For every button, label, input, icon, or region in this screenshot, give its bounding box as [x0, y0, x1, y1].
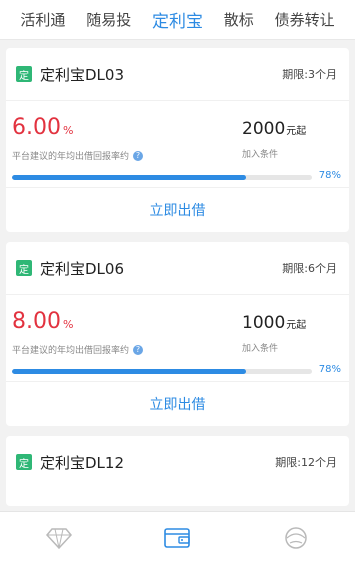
product-metrics: 8.00% 平台建议的年均出借回报率约 ? 1000元起 加入条件: [6, 295, 349, 363]
rate-description: 平台建议的年均出借回报率约 ?: [12, 149, 144, 162]
lend-now-button[interactable]: 立即出借: [6, 187, 349, 232]
min-amount: 2000元起: [242, 119, 307, 139]
product-badge: 定: [16, 260, 32, 276]
rate-description: 平台建议的年均出借回报率约 ?: [12, 343, 144, 356]
progress-bar: [12, 369, 312, 374]
product-badge: 定: [16, 66, 32, 82]
help-icon[interactable]: ?: [133, 150, 144, 161]
min-amount: 1000元起: [242, 313, 307, 333]
progress-row: 78%: [6, 363, 349, 379]
tab-suiyitou[interactable]: 随易投: [86, 9, 131, 30]
product-name: 定利宝DL06: [40, 259, 124, 278]
progress-percent: 78%: [318, 364, 341, 375]
product-name: 定利宝DL03: [40, 65, 124, 84]
lend-now-button[interactable]: 立即出借: [6, 381, 349, 426]
product-card[interactable]: 定 定利宝DL06 期限:6个月 8.00% 平台建议的年均出借回报率约 ? 1…: [6, 242, 349, 426]
user-icon[interactable]: [281, 525, 311, 551]
progress-fill: [12, 369, 246, 374]
product-period: 期限:3个月: [282, 68, 337, 81]
min-amount-label: 加入条件: [242, 150, 279, 160]
product-card-header: 定 定利宝DL06 期限:6个月: [6, 242, 349, 295]
tab-zhaiquan-zhuanrang[interactable]: 债券转让: [275, 9, 335, 30]
progress-fill: [12, 175, 246, 180]
rate-value: 8.00%: [12, 309, 74, 334]
product-card[interactable]: 定 定利宝DL03 期限:3个月 6.00% 平台建议的年均出借回报率约 ? 2…: [6, 48, 349, 232]
product-period: 期限:6个月: [282, 262, 337, 275]
product-list: 定 定利宝DL03 期限:3个月 6.00% 平台建议的年均出借回报率约 ? 2…: [0, 48, 355, 516]
wallet-icon[interactable]: [162, 525, 192, 551]
help-icon[interactable]: ?: [133, 344, 144, 355]
product-card-header: 定 定利宝DL12 期限:12个月: [6, 436, 349, 488]
tab-huolitong[interactable]: 活利通: [20, 9, 65, 30]
product-name: 定利宝DL12: [40, 453, 124, 472]
tab-sanbiao[interactable]: 散标: [224, 9, 254, 30]
product-badge: 定: [16, 454, 32, 470]
min-amount-label: 加入条件: [242, 344, 279, 354]
tab-dinglibao[interactable]: 定利宝: [152, 7, 203, 32]
product-period: 期限:12个月: [275, 456, 337, 469]
progress-row: 78%: [6, 169, 349, 185]
bottom-navigation: [0, 511, 355, 564]
progress-bar: [12, 175, 312, 180]
diamond-icon[interactable]: [44, 525, 74, 551]
product-card[interactable]: 定 定利宝DL12 期限:12个月: [6, 436, 349, 506]
product-card-header: 定 定利宝DL03 期限:3个月: [6, 48, 349, 101]
product-metrics: 6.00% 平台建议的年均出借回报率约 ? 2000元起 加入条件: [6, 101, 349, 169]
product-tab-bar: 活利通 随易投 定利宝 散标 债券转让: [0, 0, 355, 40]
progress-percent: 78%: [318, 170, 341, 181]
rate-value: 6.00%: [12, 115, 74, 140]
